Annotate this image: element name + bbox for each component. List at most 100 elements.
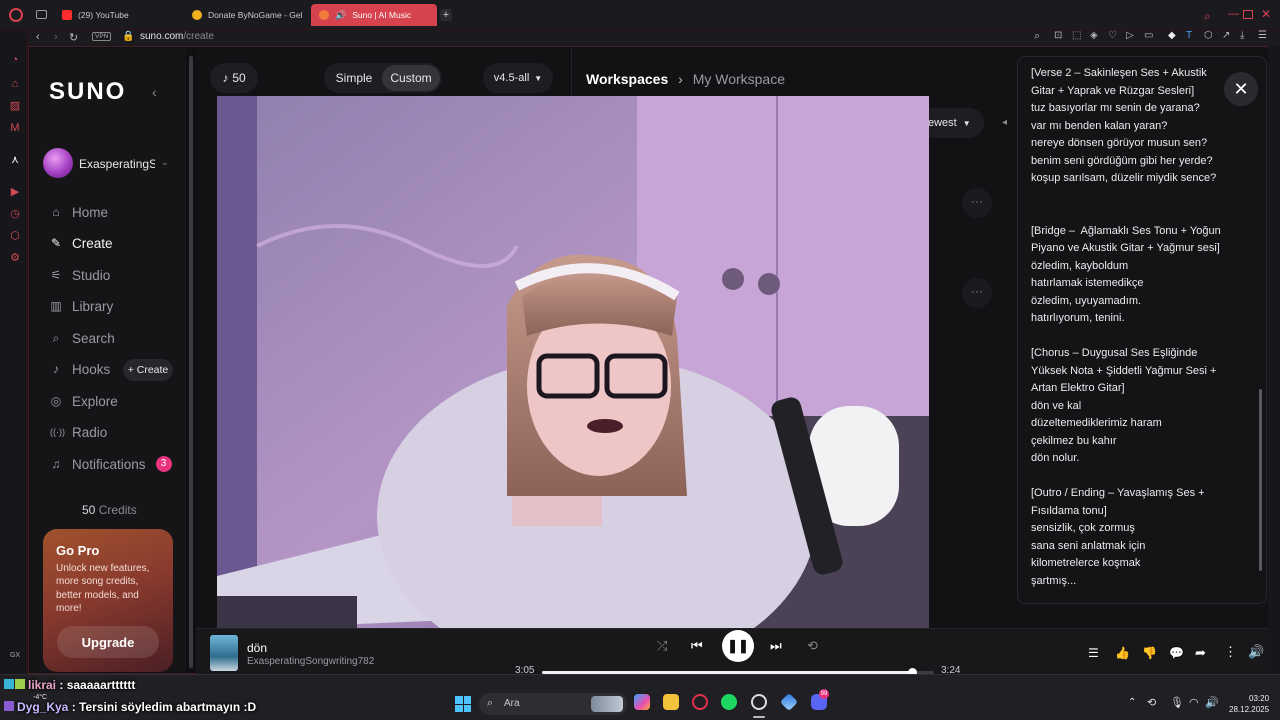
suno-logo[interactable]: SUNO (49, 78, 126, 106)
wifi-icon[interactable]: ◠ (1189, 696, 1199, 709)
sidebar-item-notifications[interactable]: ♫ Notifications 3 (50, 454, 172, 474)
track-artist[interactable]: ExasperatingSongwriting782 (247, 656, 374, 667)
mode-simple-tab[interactable]: Simple (326, 71, 382, 85)
upgrade-button[interactable]: Upgrade (57, 626, 159, 658)
collapse-sidebar-icon[interactable]: ‹ (152, 84, 157, 100)
settings-icon[interactable]: ⚙ (9, 252, 21, 264)
menu-icon[interactable]: ☰ (1258, 30, 1267, 41)
track-artwork[interactable] (210, 635, 238, 671)
more-options-icon[interactable]: ··· (962, 188, 992, 218)
chat-badge-icon (4, 701, 14, 711)
share-icon[interactable]: ➦ (1195, 645, 1206, 661)
like-icon[interactable]: 👍 (1115, 646, 1130, 660)
messenger-icon[interactable]: M (9, 122, 21, 134)
taskbar-search[interactable]: ⌕ Ara (479, 693, 627, 715)
sidebar-item-studio[interactable]: ⚟ Studio (50, 265, 111, 285)
heart-icon[interactable]: ♡ (1108, 30, 1117, 41)
extensions-icon[interactable]: ⬡ (1204, 30, 1213, 41)
tab-donate[interactable]: Donate ByNoGame - Gel (184, 4, 304, 26)
suno-rail-icon[interactable]: ⋏ (9, 154, 21, 166)
battery-icon[interactable]: ▭ (1144, 30, 1153, 41)
start-button[interactable] (455, 696, 471, 712)
tray-chevron-icon[interactable]: ⌃ (1128, 697, 1136, 708)
username[interactable]: ExasperatingSo (79, 157, 155, 171)
sidebar-scrollbar[interactable] (189, 56, 193, 668)
snapshot-icon[interactable]: ⊡ (1054, 30, 1062, 41)
close-window-icon[interactable]: ✕ (1261, 7, 1271, 21)
model-value: v4.5-all (493, 72, 530, 84)
url-path: /create (183, 31, 214, 42)
clock-time[interactable]: 03:20 (1249, 694, 1269, 703)
speaker-tray-icon[interactable]: 🔊 (1205, 696, 1219, 709)
opera-logo-icon[interactable] (9, 8, 23, 22)
bookmark-icon[interactable]: ⬚ (1072, 30, 1081, 41)
previous-icon[interactable]: ⏮ (691, 638, 703, 654)
vpn-badge[interactable]: VPN (92, 32, 112, 41)
sidebar-item-library[interactable]: ▥ Library (50, 296, 113, 316)
sidebar-item-create[interactable]: ✎ Create (50, 233, 113, 253)
player-rail-icon[interactable]: ▶ (9, 186, 21, 198)
breadcrumb-workspaces[interactable]: Workspaces (586, 71, 668, 87)
file-explorer-icon[interactable] (663, 694, 679, 710)
avatar[interactable] (43, 148, 73, 178)
download-icon[interactable]: ⤓ (1240, 30, 1244, 41)
sidebar-item-radio[interactable]: ((·)) Radio (50, 422, 107, 442)
clock-date[interactable]: 28.12.2025 (1229, 705, 1269, 714)
gx-control-icon[interactable]: ⌂ (9, 78, 21, 90)
pause-button[interactable]: ❚❚ (722, 630, 754, 662)
new-tab-button[interactable]: + (440, 9, 452, 21)
share-icon[interactable]: ↗ (1222, 30, 1230, 41)
adblock-icon[interactable]: ◈ (1090, 30, 1098, 41)
forward-icon[interactable]: › (54, 31, 58, 43)
dislike-icon[interactable]: 👎 (1142, 646, 1157, 660)
chat-username: likrai (28, 678, 57, 692)
webcam-scene (217, 96, 929, 630)
microphone-icon[interactable]: 🎙 (1170, 696, 1184, 709)
shuffle-icon[interactable]: ⤮ (657, 638, 667, 654)
minimize-icon[interactable]: — (1228, 8, 1239, 20)
repeat-icon[interactable]: ⟲ (807, 638, 818, 654)
zoom-icon[interactable]: ⌕ (1034, 30, 1040, 43)
tab-youtube[interactable]: (29) YouTube (54, 4, 182, 26)
extensions-rail-icon[interactable]: ⬡ (9, 230, 21, 242)
discord-badge: 99 (819, 689, 829, 699)
speed-dial-icon[interactable]: ◔ (9, 54, 21, 66)
search-tabs-icon[interactable]: ⌕ (1204, 9, 1211, 24)
spotify-icon[interactable] (721, 694, 737, 710)
mode-custom-tab[interactable]: Custom (382, 65, 440, 91)
chevron-down-icon[interactable]: ⌄ (161, 157, 169, 168)
workspaces-icon[interactable] (36, 10, 47, 19)
tray-sync-icon[interactable]: ⟲ (1147, 696, 1156, 709)
tab-suno[interactable]: 🔊 Suno | AI Music (311, 4, 437, 26)
opera-gx-active-icon[interactable] (751, 694, 767, 710)
more-icon[interactable]: ⋮ (1224, 644, 1237, 660)
comment-icon[interactable]: 💬 (1169, 646, 1184, 660)
close-icon[interactable]: ✕ (1224, 72, 1258, 106)
model-select[interactable]: v4.5-all ▼ (483, 63, 553, 93)
queue-icon[interactable]: ☰ (1088, 646, 1099, 660)
history-icon[interactable]: ◷ (9, 208, 21, 220)
extension-icon[interactable]: ◆ (1168, 30, 1176, 41)
next-icon[interactable]: ⏭ (770, 638, 782, 654)
collapse-panel-icon[interactable]: ◂ (1002, 117, 1007, 128)
translate-icon[interactable]: T (1186, 30, 1192, 41)
track-title[interactable]: dön (247, 641, 267, 655)
sidebar-item-hooks[interactable]: ♪ Hooks (50, 359, 110, 379)
sidebar-item-search[interactable]: ⌕ Search (50, 328, 115, 348)
player-icon[interactable]: ▷ (1126, 30, 1134, 41)
lyrics-scrollbar[interactable] (1259, 389, 1262, 571)
twitch-icon[interactable]: ▨ (9, 100, 21, 112)
back-icon[interactable]: ‹ (36, 31, 40, 43)
hooks-create-button[interactable]: + Create (123, 359, 173, 381)
breadcrumb: Workspaces › My Workspace (586, 71, 785, 87)
copilot-icon[interactable] (634, 694, 650, 710)
credits-pill[interactable]: ♪ 50 (210, 63, 258, 93)
volume-icon[interactable]: 🔊 (1248, 644, 1264, 660)
sidebar-item-explore[interactable]: ◎ Explore (50, 391, 118, 411)
sidebar-item-home[interactable]: ⌂ Home (50, 202, 108, 222)
url-field[interactable]: suno.com/create (140, 31, 214, 42)
more-options-icon[interactable]: ··· (962, 278, 992, 308)
reload-icon[interactable]: ↻ (69, 31, 78, 44)
maximize-icon[interactable] (1243, 10, 1253, 19)
opera-gx-icon[interactable] (692, 694, 708, 710)
